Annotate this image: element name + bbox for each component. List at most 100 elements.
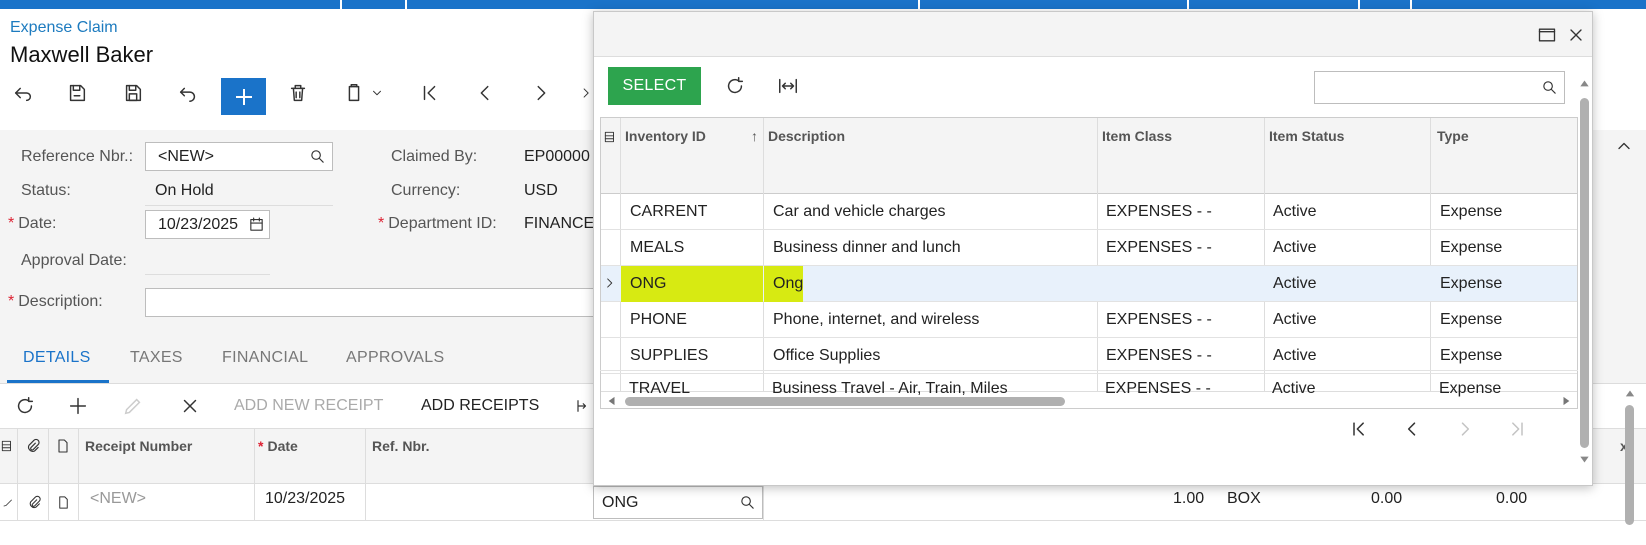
unit-cost-cell[interactable]: 0.00 (1371, 490, 1402, 508)
attachment-icon[interactable] (26, 494, 42, 511)
chevron-up-icon[interactable] (1614, 136, 1634, 156)
tab-financial[interactable]: FINANCIAL (222, 349, 308, 367)
inventory-id-cell: PHONE (630, 311, 687, 328)
claimed-by-label: Claimed By: (391, 148, 478, 165)
save-close-icon[interactable] (62, 78, 92, 108)
currency-value[interactable]: USD (524, 182, 558, 200)
dialog-search-input[interactable] (1314, 71, 1565, 104)
previous-record-icon[interactable] (470, 78, 500, 108)
table-row[interactable]: MEALS Business dinner and lunch EXPENSES… (601, 230, 1577, 266)
nav-separator (405, 0, 407, 9)
sort-asc-icon[interactable]: ↑ (751, 128, 758, 144)
inventory-id-input[interactable]: ONG (593, 486, 763, 519)
vertical-scroll-thumb[interactable] (1580, 98, 1589, 448)
first-record-icon[interactable] (415, 78, 445, 108)
last-page-button[interactable] (1502, 414, 1532, 444)
table-row[interactable]: CARRENT Car and vehicle charges EXPENSES… (601, 194, 1577, 230)
qty-cell[interactable]: 1.00 (1173, 490, 1204, 508)
reference-nbr-field[interactable]: <NEW> (145, 142, 333, 171)
tab-approvals[interactable]: APPROVALS (346, 349, 444, 367)
select-button[interactable]: SELECT (608, 67, 701, 105)
note-icon[interactable] (55, 437, 71, 455)
item-status-cell: Active (1273, 311, 1317, 328)
scroll-up-icon[interactable] (1579, 78, 1590, 88)
clipboard-icon[interactable] (339, 78, 369, 108)
description-cell: Phone, internet, and wireless (773, 311, 980, 328)
table-row[interactable]: TRAVEL Business Travel - Air, Train, Mil… (600, 370, 1578, 406)
top-navigation-bar (0, 0, 1646, 9)
page-scrollbar[interactable] (1625, 405, 1634, 525)
date-header[interactable]: * Date (258, 438, 298, 454)
add-row-icon[interactable] (67, 395, 89, 417)
claimed-by-value[interactable]: EP00000 (524, 148, 590, 166)
previous-page-button[interactable] (1397, 414, 1427, 444)
description-cell: Business dinner and lunch (773, 239, 961, 256)
item-class-header[interactable]: Item Class (1102, 128, 1172, 144)
maximize-icon[interactable] (1536, 25, 1558, 45)
delete-row-icon[interactable] (179, 395, 201, 417)
ref-nbr-header[interactable]: Ref. Nbr. (372, 438, 430, 454)
table-row-selected[interactable]: ONG Ong Active Expense (601, 266, 1577, 302)
scroll-up-icon[interactable] (1624, 388, 1636, 398)
back-icon[interactable] (8, 78, 38, 108)
chevron-down-icon[interactable] (368, 78, 386, 108)
row-settings-icon[interactable] (0, 437, 14, 455)
fit-columns-icon[interactable] (575, 395, 593, 417)
vertical-scrollbar[interactable] (1578, 68, 1590, 468)
refresh-icon[interactable] (724, 75, 746, 97)
next-page-icon (1461, 422, 1470, 436)
inventory-id-value: ONG (602, 494, 639, 511)
search-icon[interactable] (1541, 79, 1558, 96)
delete-icon[interactable] (283, 78, 313, 108)
calendar-icon[interactable] (248, 216, 265, 233)
undo-icon[interactable] (173, 78, 203, 108)
last-record-icon[interactable] (580, 78, 594, 108)
scroll-down-icon[interactable] (1579, 455, 1590, 465)
add-button[interactable] (221, 78, 266, 115)
refresh-icon[interactable] (14, 395, 36, 417)
table-row[interactable]: SUPPLIES Office Supplies EXPENSES - - Ac… (601, 338, 1577, 374)
type-header[interactable]: Type (1437, 128, 1469, 144)
field-underline (145, 205, 333, 206)
next-record-icon[interactable] (526, 78, 556, 108)
search-icon[interactable] (309, 148, 326, 165)
department-value[interactable]: FINANCE (524, 215, 594, 233)
tab-taxes[interactable]: TAXES (130, 349, 183, 367)
save-icon[interactable] (118, 78, 148, 108)
status-value[interactable]: On Hold (155, 182, 214, 200)
inventory-id-header[interactable]: Inventory ID (625, 128, 706, 144)
close-icon[interactable] (1565, 25, 1587, 45)
date-cell[interactable]: 10/23/2025 (265, 490, 345, 508)
amount-cell[interactable]: 0.00 (1496, 490, 1527, 508)
required-marker: * (378, 215, 385, 232)
note-icon[interactable] (56, 494, 71, 511)
add-receipts-button[interactable]: ADD RECEIPTS (421, 397, 539, 415)
tab-details[interactable]: DETAILS (23, 349, 91, 367)
description-header[interactable]: Description (768, 128, 845, 144)
description-field[interactable] (145, 288, 600, 317)
receipt-number-cell[interactable]: <NEW> (90, 490, 146, 508)
item-status-cell: Active (1273, 275, 1317, 292)
first-page-button[interactable] (1344, 414, 1374, 444)
edit-icon[interactable] (122, 395, 144, 417)
description-cell: Ong (773, 275, 804, 292)
row-settings-icon[interactable] (603, 128, 617, 146)
approval-date-field[interactable] (145, 274, 270, 275)
uom-cell[interactable]: BOX (1227, 490, 1261, 508)
search-icon[interactable] (739, 494, 756, 511)
row-edit-icon (3, 499, 12, 507)
last-page-icon (1512, 422, 1523, 436)
plus-icon (235, 88, 252, 105)
receipt-number-header[interactable]: Receipt Number (85, 438, 192, 454)
next-page-button[interactable] (1450, 414, 1480, 444)
status-label: Status: (21, 182, 71, 199)
table-row[interactable]: PHONE Phone, internet, and wireless EXPE… (601, 302, 1577, 338)
item-status-header[interactable]: Item Status (1269, 128, 1344, 144)
attachment-icon[interactable] (24, 437, 41, 455)
required-marker: * (8, 293, 15, 310)
date-field[interactable]: 10/23/2025 (145, 210, 270, 239)
breadcrumb[interactable]: Expense Claim (10, 19, 118, 37)
add-new-receipt-button[interactable]: ADD NEW RECEIPT (234, 397, 383, 415)
inventory-lookup-dialog: SELECT Inventory ID ↑ Description Item C… (593, 11, 1593, 486)
fit-columns-icon[interactable] (776, 75, 800, 97)
